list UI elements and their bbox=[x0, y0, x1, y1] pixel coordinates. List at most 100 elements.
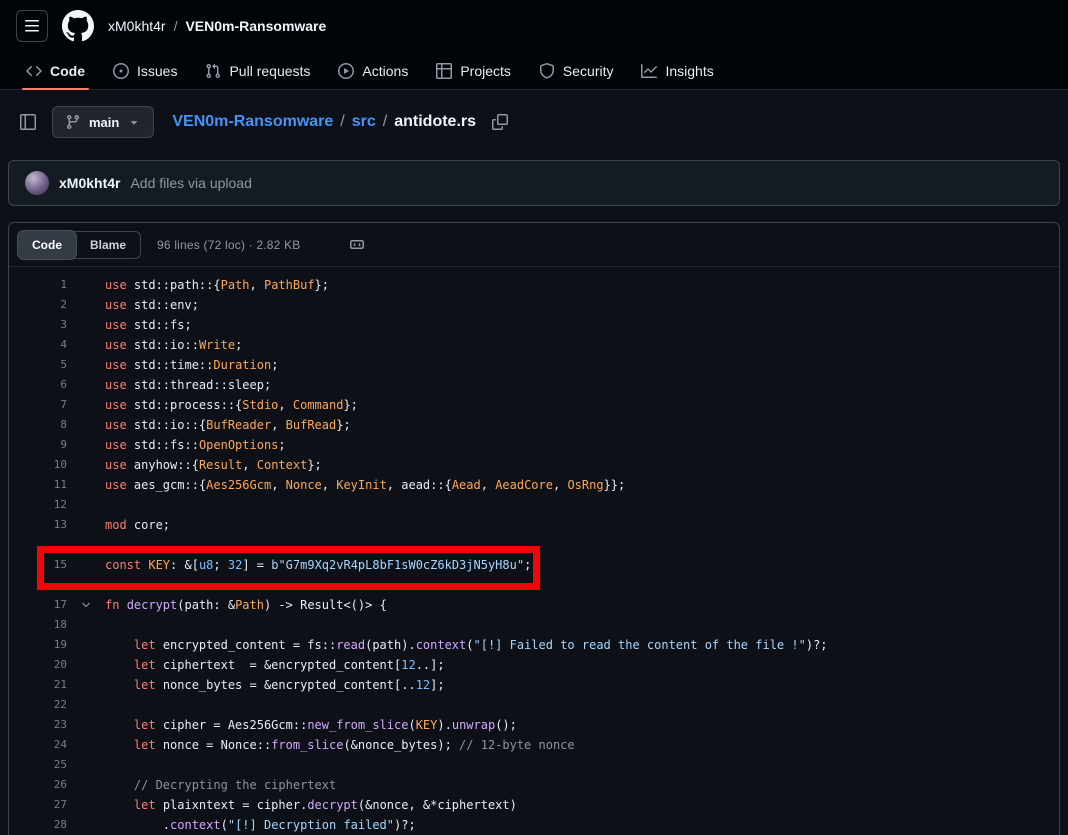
path-separator: / bbox=[340, 113, 344, 131]
code-blame-toggle: Code Blame bbox=[17, 231, 141, 259]
tab-code[interactable]: Code bbox=[16, 52, 95, 89]
fold-gutter bbox=[67, 735, 105, 755]
line-number[interactable]: 15 bbox=[9, 555, 67, 575]
repo-nav: Code Issues Pull requestsActionsProjects Se… bbox=[0, 52, 1068, 90]
code-text: use std::thread::sleep; bbox=[105, 375, 1059, 395]
code-text bbox=[105, 535, 1059, 555]
line-number[interactable]: 10 bbox=[9, 455, 67, 475]
code-text: let ciphertext = &encrypted_content[12..… bbox=[105, 655, 1059, 675]
code-text: use std::fs::OpenOptions; bbox=[105, 435, 1059, 455]
fold-gutter bbox=[67, 295, 105, 315]
hamburger-menu-button[interactable] bbox=[16, 10, 48, 42]
line-number[interactable]: 8 bbox=[9, 415, 67, 435]
line-number[interactable]: 11 bbox=[9, 475, 67, 495]
code-line: 10use anyhow::{Result, Context}; bbox=[9, 455, 1059, 475]
copilot-button[interactable] bbox=[349, 237, 365, 253]
blame-view-button[interactable]: Blame bbox=[76, 231, 140, 259]
code-line: 27 let plaixntext = cipher.decrypt(&nonc… bbox=[9, 795, 1059, 815]
line-number[interactable]: 17 bbox=[9, 595, 67, 615]
branch-name: main bbox=[89, 115, 119, 130]
line-number[interactable]: 6 bbox=[9, 375, 67, 395]
tab-insights[interactable]: Insights bbox=[631, 52, 723, 89]
code-text: use std::process::{Stdio, Command}; bbox=[105, 395, 1059, 415]
fold-chevron-icon[interactable] bbox=[67, 595, 105, 615]
fold-gutter bbox=[67, 395, 105, 415]
code-line: 3use std::fs; bbox=[9, 315, 1059, 335]
line-number[interactable]: 19 bbox=[9, 635, 67, 655]
code-line: 21 let nonce_bytes = &encrypted_content[… bbox=[9, 675, 1059, 695]
code-text: let nonce = Nonce::from_slice(&nonce_byt… bbox=[105, 735, 1059, 755]
github-logo[interactable] bbox=[62, 10, 94, 42]
tab-pull-requests[interactable]: Pull requests bbox=[195, 52, 320, 89]
code-text: const KEY: &[u8; 32] = b"G7m9Xq2vR4pL8bF… bbox=[105, 555, 1059, 575]
breadcrumb-separator: / bbox=[174, 18, 178, 34]
file-nav-row: main VEN0m-Ransomware / src / antidote.r… bbox=[0, 90, 1068, 150]
line-number[interactable]: 3 bbox=[9, 315, 67, 335]
line-number[interactable]: 25 bbox=[9, 755, 67, 775]
code-text: use std::path::{Path, PathBuf}; bbox=[105, 275, 1059, 295]
line-number[interactable] bbox=[9, 575, 67, 595]
line-number[interactable] bbox=[9, 535, 67, 555]
file-meta-info: 96 lines (72 loc) · 2.82 KB bbox=[157, 238, 300, 252]
code-text: let plaixntext = cipher.decrypt(&nonce, … bbox=[105, 795, 1059, 815]
line-number[interactable]: 12 bbox=[9, 495, 67, 515]
avatar[interactable] bbox=[25, 171, 49, 195]
line-number[interactable]: 27 bbox=[9, 795, 67, 815]
file-tree-toggle-button[interactable] bbox=[16, 110, 40, 134]
line-number[interactable]: 2 bbox=[9, 295, 67, 315]
line-number[interactable]: 28 bbox=[9, 815, 67, 835]
breadcrumb-repo-link[interactable]: VEN0m-Ransomware bbox=[172, 113, 333, 131]
code-view-button[interactable]: Code bbox=[18, 231, 76, 259]
tab-label: Code bbox=[50, 63, 85, 79]
fold-gutter bbox=[67, 315, 105, 335]
line-number[interactable]: 13 bbox=[9, 515, 67, 535]
code-text: mod core; bbox=[105, 515, 1059, 535]
tab-label: Security bbox=[563, 63, 614, 79]
branch-selector[interactable]: main bbox=[52, 106, 154, 138]
code-line: 20 let ciphertext = &encrypted_content[1… bbox=[9, 655, 1059, 675]
fold-gutter bbox=[67, 335, 105, 355]
line-number[interactable]: 7 bbox=[9, 395, 67, 415]
code-line: 28 .context("[!] Decryption failed")?; bbox=[9, 815, 1059, 835]
tab-security[interactable]: Security bbox=[529, 52, 624, 89]
tab-label: Issues bbox=[137, 63, 177, 79]
code-line: 23 let cipher = Aes256Gcm::new_from_slic… bbox=[9, 715, 1059, 735]
latest-commit-bar: xM0kht4r Add files via upload bbox=[8, 160, 1060, 206]
fold-gutter bbox=[67, 635, 105, 655]
tab-projects[interactable]: Projects bbox=[426, 52, 521, 89]
code-text: use std::env; bbox=[105, 295, 1059, 315]
github-repo-page: xM0kht4r / VEN0m-Ransomware Code Issues Pu… bbox=[0, 0, 1068, 835]
code-text bbox=[105, 615, 1059, 635]
code-text bbox=[105, 695, 1059, 715]
fold-gutter bbox=[67, 415, 105, 435]
fold-gutter bbox=[67, 695, 105, 715]
tab-issues[interactable]: Issues bbox=[103, 52, 187, 89]
line-number[interactable]: 1 bbox=[9, 275, 67, 295]
breadcrumb-repo[interactable]: VEN0m-Ransomware bbox=[185, 18, 326, 34]
breadcrumb-file-name: antidote.rs bbox=[394, 113, 476, 131]
commit-message[interactable]: Add files via upload bbox=[130, 175, 251, 191]
line-number[interactable]: 4 bbox=[9, 335, 67, 355]
line-number[interactable]: 5 bbox=[9, 355, 67, 375]
tab-label: Insights bbox=[665, 63, 713, 79]
line-number[interactable]: 9 bbox=[9, 435, 67, 455]
breadcrumb-owner[interactable]: xM0kht4r bbox=[108, 18, 166, 34]
tab-actions[interactable]: Actions bbox=[328, 52, 418, 89]
copy-path-button[interactable] bbox=[489, 111, 511, 133]
fold-gutter bbox=[67, 615, 105, 635]
breadcrumb-dir-link[interactable]: src bbox=[352, 113, 376, 131]
code-line: 24 let nonce = Nonce::from_slice(&nonce_… bbox=[9, 735, 1059, 755]
line-number[interactable]: 20 bbox=[9, 655, 67, 675]
line-number[interactable]: 23 bbox=[9, 715, 67, 735]
code-line: 25 bbox=[9, 755, 1059, 775]
line-number[interactable]: 26 bbox=[9, 775, 67, 795]
fold-gutter bbox=[67, 795, 105, 815]
line-number[interactable]: 18 bbox=[9, 615, 67, 635]
commit-author[interactable]: xM0kht4r bbox=[59, 175, 120, 191]
line-number[interactable]: 22 bbox=[9, 695, 67, 715]
code-text: use std::io::Write; bbox=[105, 335, 1059, 355]
code-line: 22 bbox=[9, 695, 1059, 715]
line-number[interactable]: 21 bbox=[9, 675, 67, 695]
line-number[interactable]: 24 bbox=[9, 735, 67, 755]
code-icon bbox=[26, 63, 42, 79]
